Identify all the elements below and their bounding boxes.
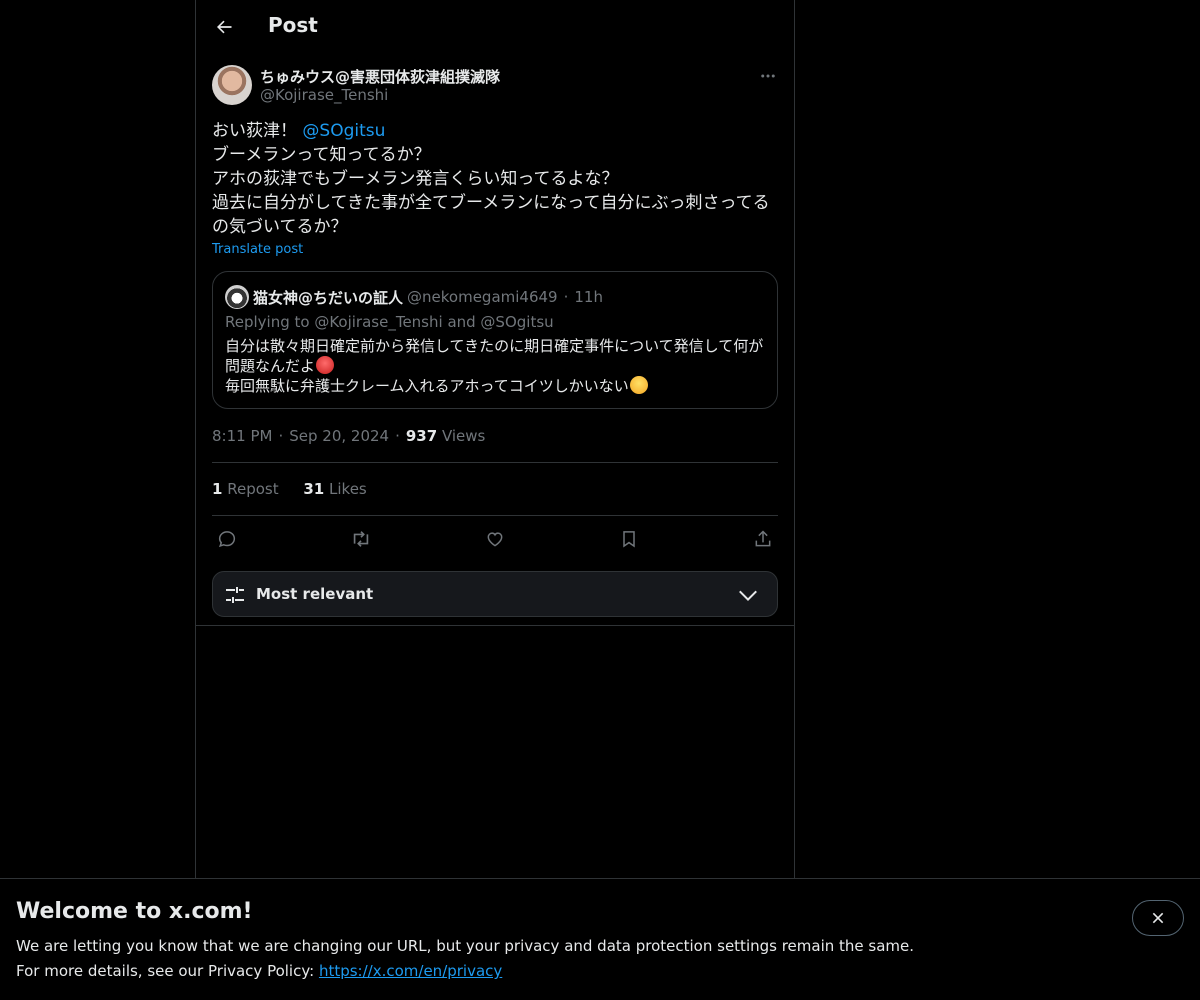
repost-button[interactable]: [346, 524, 376, 554]
likes-label: Likes: [329, 480, 367, 498]
main-column: Post ちゅみウス@害悪団体荻津組撲滅隊 @Kojirase_Tenshi お…: [195, 0, 795, 878]
reply-sort-dropdown[interactable]: Most relevant: [212, 571, 778, 617]
laughing-tears-emoji-icon: [629, 376, 648, 394]
chevron-down-icon: [739, 590, 757, 602]
avatar[interactable]: [212, 65, 252, 105]
quoted-line: 自分は散々期日確定前から発信してきたのに期日確定事件について発信して何が: [225, 337, 764, 355]
post-stats: 1 Repost 31 Likes: [212, 480, 387, 498]
mention-link[interactable]: @SOgitsu: [302, 121, 385, 141]
post-text-fragment: おい荻津！: [212, 121, 303, 141]
author-handle[interactable]: @Kojirase_Tenshi: [260, 86, 388, 104]
welcome-banner: Welcome to x.com! We are letting you kno…: [0, 878, 1200, 1000]
author-name[interactable]: ちゅみウス@害悪団体荻津組撲滅隊: [260, 66, 500, 87]
share-button[interactable]: [748, 524, 778, 554]
views-count: 937: [405, 427, 438, 445]
separator-dot: ·: [395, 427, 400, 445]
post-meta: 8:11 PM · Sep 20, 2024 · 937 Views: [212, 427, 485, 445]
separator-dot: ·: [563, 288, 569, 306]
close-icon: [1152, 912, 1164, 924]
angry-face-emoji-icon: [316, 356, 335, 374]
bookmark-icon: [623, 531, 635, 548]
quoted-post-time: 11h: [574, 288, 603, 306]
banner-title: Welcome to x.com!: [16, 899, 253, 924]
quoted-line: 問題なんだよ: [225, 356, 770, 376]
views-label: Views: [441, 427, 486, 445]
privacy-policy-link[interactable]: https://x.com/en/privacy: [319, 962, 502, 980]
post-date[interactable]: Sep 20, 2024: [289, 427, 389, 445]
reposts-stat[interactable]: 1 Repost: [212, 480, 279, 498]
reposts-label: Repost: [227, 480, 279, 498]
divider: [196, 625, 794, 626]
sort-label: Most relevant: [256, 585, 374, 603]
post-line: アホの荻津でもブーメラン発言くらい知ってるよな？: [212, 169, 619, 189]
post-text: おい荻津！ @SOgitsu ブーメランって知ってるか？ アホの荻津でもブーメラ…: [212, 119, 780, 239]
like-button[interactable]: [480, 524, 510, 554]
page-header: Post: [196, 0, 794, 54]
quoted-post-header: 猫女神@ちだいの証人 @nekomegami4649 · 11h: [225, 285, 603, 309]
arrow-left-icon: [217, 20, 232, 34]
likes-count: 31: [303, 480, 325, 498]
post-line: の気づいてるか？: [212, 217, 348, 237]
close-banner-button[interactable]: [1132, 900, 1184, 936]
reposts-count: 1: [212, 480, 223, 498]
post-actions: [212, 524, 778, 554]
quoted-text-fragment: 毎回無駄に弁護士クレーム入れるアホってコイツしかいない: [225, 377, 629, 395]
quoted-author-name: 猫女神@ちだいの証人: [253, 288, 404, 307]
quoted-post[interactable]: 猫女神@ちだいの証人 @nekomegami4649 · 11h Replyin…: [212, 271, 778, 409]
more-options-button[interactable]: [756, 64, 780, 88]
bookmark-button[interactable]: [614, 524, 644, 554]
translate-post-link[interactable]: Translate post: [212, 242, 303, 257]
share-icon: [755, 530, 771, 547]
more-horizontal-icon: [761, 74, 775, 78]
post-time[interactable]: 8:11 PM: [212, 427, 272, 445]
quoted-text-fragment: 問題なんだよ: [225, 357, 316, 375]
banner-privacy-line: For more details, see our Privacy Policy…: [16, 962, 502, 980]
quoted-author-handle: @nekomegami4649: [407, 288, 558, 306]
like-icon: [487, 532, 503, 547]
page-title: Post: [268, 13, 318, 37]
reply-icon: [218, 531, 236, 548]
back-button[interactable]: [206, 9, 242, 45]
sliders-icon: [226, 587, 244, 603]
post-author: ちゅみウス@害悪団体荻津組撲滅隊 @Kojirase_Tenshi: [212, 64, 780, 106]
banner-message: We are letting you know that we are chan…: [16, 937, 915, 955]
divider: [212, 462, 778, 463]
replying-to-text: Replying to @Kojirase_Tenshi and @SOgits…: [225, 313, 554, 331]
separator-dot: ·: [278, 427, 284, 445]
quoted-post-text: 自分は散々期日確定前から発信してきたのに期日確定事件について発信して何が 問題な…: [225, 336, 770, 396]
avatar: [225, 285, 249, 309]
reply-button[interactable]: [212, 524, 242, 554]
post-line: ブーメランって知ってるか？: [212, 145, 431, 165]
post-line: おい荻津！ @SOgitsu: [212, 119, 780, 143]
quoted-line: 毎回無駄に弁護士クレーム入れるアホってコイツしかいない: [225, 376, 770, 396]
divider: [212, 515, 778, 516]
banner-privacy-text: For more details, see our Privacy Policy…: [16, 962, 319, 980]
post-line: 過去に自分がしてきた事が全てブーメランになって自分にぶっ刺さってる: [212, 193, 770, 213]
repost-icon: [353, 531, 369, 547]
likes-stat[interactable]: 31 Likes: [303, 480, 366, 498]
